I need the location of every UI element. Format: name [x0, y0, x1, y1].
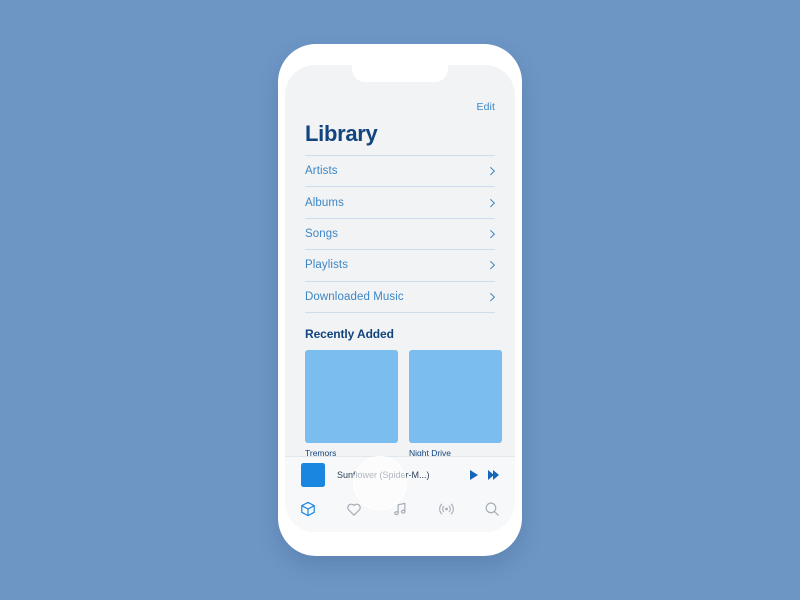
library-scroll-content: Edit Library Artists Albums Songs Playli…	[285, 65, 515, 469]
mini-player[interactable]: Sunflower (Spider-M...)	[285, 456, 515, 493]
now-playing-title: Sunflower (Spider-M...)	[337, 470, 430, 480]
album-artwork	[305, 349, 398, 443]
list-item-label: Albums	[305, 196, 344, 209]
list-item-label: Artists	[305, 165, 338, 178]
chevron-right-icon	[487, 261, 495, 269]
sidebar-item-artists[interactable]: Artists	[305, 156, 495, 188]
heart-icon	[345, 500, 363, 518]
album-card[interactable]: Night Drive Chromatics	[409, 349, 502, 469]
album-artwork	[409, 349, 502, 443]
chevron-right-icon	[487, 230, 495, 238]
album-card[interactable]: Tremors SOHN	[305, 349, 398, 469]
sidebar-item-albums[interactable]: Albums	[305, 187, 495, 219]
sidebar-item-songs[interactable]: Songs	[305, 219, 495, 251]
search-icon	[483, 500, 501, 518]
page-title: Library	[305, 121, 378, 146]
tab-library[interactable]	[285, 500, 331, 518]
sidebar-item-downloaded-music[interactable]: Downloaded Music	[305, 282, 495, 313]
cube-icon	[299, 500, 317, 518]
play-button[interactable]	[469, 470, 478, 480]
music-note-icon	[391, 500, 409, 518]
fast-forward-icon	[493, 470, 499, 480]
phone-device: Edit Library Artists Albums Songs Playli…	[278, 44, 522, 556]
tab-for-you[interactable]	[331, 500, 377, 518]
phone-notch	[352, 65, 448, 82]
recently-added-grid: Tremors SOHN Night Drive Chromatics	[305, 349, 502, 469]
chevron-right-icon	[487, 167, 495, 175]
section-title-recently-added: Recently Added	[305, 326, 394, 341]
list-item-label: Playlists	[305, 259, 349, 272]
sidebar-item-playlists[interactable]: Playlists	[305, 250, 495, 282]
chevron-right-icon	[487, 199, 495, 207]
play-icon	[469, 470, 478, 480]
chevron-right-icon	[487, 293, 495, 301]
tab-radio[interactable]	[423, 500, 469, 518]
list-item-label: Downloaded Music	[305, 290, 404, 303]
now-playing-artwork[interactable]	[301, 463, 325, 487]
tab-bar	[285, 493, 515, 532]
library-list: Artists Albums Songs Playlists Downloade	[305, 155, 495, 313]
phone-screen: Edit Library Artists Albums Songs Playli…	[285, 65, 515, 532]
tab-browse[interactable]	[377, 500, 423, 518]
tab-search[interactable]	[469, 500, 515, 518]
radio-broadcast-icon	[437, 500, 456, 518]
edit-button[interactable]: Edit	[477, 101, 496, 113]
list-item-label: Songs	[305, 227, 339, 240]
fast-forward-button[interactable]	[487, 470, 499, 480]
